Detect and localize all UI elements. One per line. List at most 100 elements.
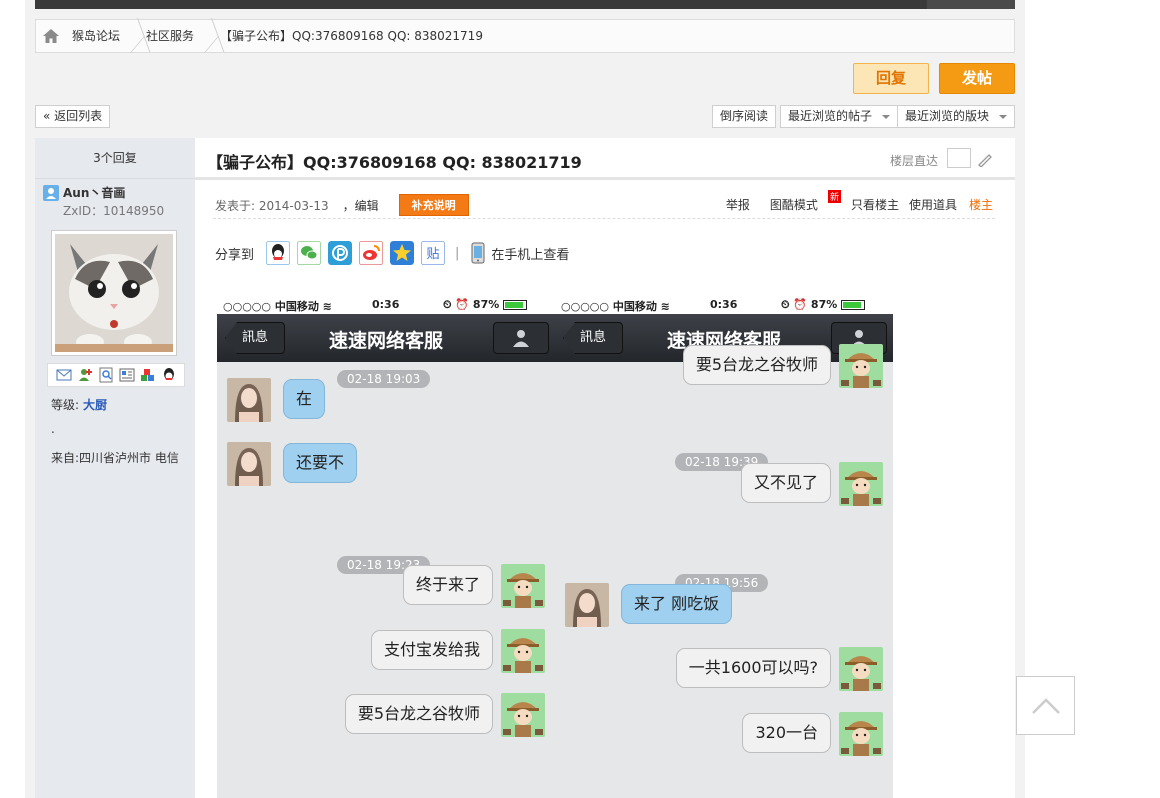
new-post-button[interactable]: 发帖 <box>939 63 1015 94</box>
self-avatar[interactable] <box>501 629 545 673</box>
chat-screenshot: ○○○○○ 中国移动 ≋ 0:36 ⏲ ⏰ 87% 訊息 速速网络客服 02-18 19:… <box>217 296 893 798</box>
card-icon[interactable] <box>119 367 135 383</box>
reply-button[interactable]: 回复 <box>853 63 929 94</box>
battery-indicator: ⏲ ⏰ 87% <box>443 298 528 312</box>
message-bubble-outgoing: 又不见了 <box>740 463 831 503</box>
status-bar: ○○○○○ 中国移动 ≋ 0:36 ⏲ ⏰ 87% <box>555 296 893 314</box>
clock-label: 0:36 <box>710 298 738 311</box>
breadcrumb-thread-label: 【骗子公布】QQ:376809168 QQ: 838021719 <box>220 29 483 43</box>
top-nav-bar <box>35 0 1015 9</box>
recent-posts-dropdown[interactable]: 最近浏览的帖子 <box>780 105 899 128</box>
self-avatar[interactable] <box>839 344 883 388</box>
post-date: 发表于: 2014-03-13 <box>215 198 329 213</box>
contact-avatar[interactable] <box>227 378 271 422</box>
reverse-read-button[interactable]: 倒序阅读 <box>712 105 777 128</box>
pen-icon[interactable] <box>977 153 993 167</box>
home-icon[interactable] <box>42 28 62 44</box>
author-name-label: Aun丶音画 <box>63 186 126 200</box>
message-bubble-outgoing: 要5台龙之谷牧师 <box>682 345 831 385</box>
floor-jump-label: 楼层直达 <box>890 154 939 168</box>
share-bar: 分享到 贴 | 在手机上查看 <box>215 241 569 265</box>
top-nav-sub <box>927 0 1015 9</box>
author-id: ZxID：10148950 <box>63 204 165 218</box>
floor-jump-input[interactable] <box>947 148 971 168</box>
message-bubble-incoming: 在 <box>283 379 326 419</box>
carrier-label: ○○○○○ 中国移动 ≋ <box>561 300 670 313</box>
floor-owner-label: 楼主 <box>968 198 993 212</box>
add-friend-icon[interactable] <box>77 367 93 383</box>
self-avatar[interactable] <box>839 647 883 691</box>
author-level: 等级: 大厨 <box>51 396 107 413</box>
self-avatar[interactable] <box>839 712 883 756</box>
recent-boards-dropdown[interactable]: 最近浏览的版块 <box>897 105 1016 128</box>
post-content: 【骗子公布】QQ:376809168 QQ: 838021719 楼层直达 发表… <box>195 138 1015 798</box>
qq-share-icon[interactable] <box>266 241 291 265</box>
report-link[interactable]: 举报 <box>726 196 750 213</box>
self-avatar[interactable] <box>501 693 545 737</box>
battery-indicator: ⏲ ⏰ 87% <box>781 298 866 312</box>
view-on-mobile-label: 在手机上查看 <box>491 247 570 263</box>
wechat-share-icon[interactable] <box>297 241 322 265</box>
page-container: 猴岛论坛 社区服务 【骗子公布】QQ:376809168 QQ: 8380217… <box>25 0 1025 798</box>
breadcrumb-thread: 【骗子公布】QQ:376809168 QQ: 838021719 <box>216 19 505 53</box>
message-bubble-outgoing: 320一台 <box>742 713 831 753</box>
battery-icon <box>503 300 528 310</box>
recent-posts-label: 最近浏览的帖子 <box>788 109 873 123</box>
author-sidebar: 3个回复 Aun丶音画 ZxID：10148950 等级: 大厨 . 来自:四川… <box>35 138 195 798</box>
self-avatar[interactable] <box>839 462 883 506</box>
chat-nav-bar: 訊息 速速网络客服 <box>217 314 555 362</box>
pengyou-share-icon[interactable] <box>328 241 353 265</box>
pic-mode-label: 图酷模式 <box>769 198 818 212</box>
chevron-down-icon <box>882 114 891 119</box>
level-label: 等级: <box>51 398 80 412</box>
self-avatar[interactable] <box>501 564 545 608</box>
recent-boards-label: 最近浏览的版块 <box>905 109 990 123</box>
use-tool-link[interactable]: 使用道具 <box>909 196 957 213</box>
supplement-button[interactable]: 补充说明 <box>398 194 469 216</box>
author-name[interactable]: Aun丶音画 <box>43 184 125 201</box>
chevron-up-icon <box>1031 697 1060 714</box>
contact-avatar[interactable] <box>227 442 271 486</box>
new-badge: 新 <box>827 190 841 203</box>
user-icon <box>513 330 529 347</box>
mail-icon[interactable] <box>56 367 72 383</box>
battery-label: ⏲ ⏰ 87% <box>443 298 500 311</box>
breadcrumb-section-label: 社区服务 <box>146 29 195 43</box>
qq-icon[interactable] <box>161 367 177 383</box>
author-info: Aun丶音画 ZxID：10148950 <box>43 184 164 218</box>
breadcrumb-home-label: 猴岛论坛 <box>72 29 121 43</box>
user-icon <box>43 184 59 201</box>
message-bubble-outgoing: 要5台龙之谷牧师 <box>344 694 493 734</box>
chevron-down-icon <box>999 114 1008 119</box>
weibo-share-icon[interactable] <box>359 241 384 265</box>
breadcrumb-section[interactable]: 社区服务 <box>142 19 216 53</box>
profile-icon[interactable] <box>98 367 114 383</box>
message-bubble-incoming: 还要不 <box>283 443 358 483</box>
level-value[interactable]: 大厨 <box>83 398 107 412</box>
meta-divider <box>213 218 995 219</box>
breadcrumb-home[interactable]: 猴岛论坛 <box>68 19 142 53</box>
svg-text:贴: 贴 <box>427 247 440 262</box>
scroll-top-button[interactable] <box>1016 676 1075 735</box>
blocks-icon[interactable] <box>140 367 156 383</box>
back-to-list-button[interactable]: « 返回列表 <box>35 105 111 128</box>
share-separator: | <box>455 245 460 261</box>
contact-profile-button[interactable] <box>493 322 549 354</box>
message-bubble-outgoing: 一共1600可以吗? <box>675 648 831 688</box>
contact-avatar[interactable] <box>565 583 609 627</box>
message-bubble-outgoing: 支付宝发给我 <box>370 630 493 670</box>
tieba-share-icon[interactable]: 贴 <box>421 241 446 265</box>
pic-mode-link[interactable]: 图酷模式新 <box>760 190 841 213</box>
edit-link[interactable]: ，编辑 <box>343 197 379 214</box>
qzone-share-icon[interactable] <box>390 241 415 265</box>
author-location: 来自:四川省泸州市 电信 <box>51 451 179 465</box>
avatar[interactable] <box>51 230 177 356</box>
view-on-mobile-link[interactable]: 在手机上查看 <box>471 242 569 264</box>
post-title-bar: 【骗子公布】QQ:376809168 QQ: 838021719 楼层直达 <box>195 138 1015 180</box>
only-owner-link[interactable]: 只看楼主 <box>851 196 899 213</box>
status-bar: ○○○○○ 中国移动 ≋ 0:36 ⏲ ⏰ 87% <box>217 296 555 314</box>
post-meta: 发表于: 2014-03-13 ，编辑 补充说明 <box>215 194 469 216</box>
timestamp: 02-18 19:03 <box>337 370 431 388</box>
carrier-label: ○○○○○ 中国移动 ≋ <box>223 300 332 313</box>
message-bubble-incoming: 来了 刚吃饭 <box>621 584 733 624</box>
